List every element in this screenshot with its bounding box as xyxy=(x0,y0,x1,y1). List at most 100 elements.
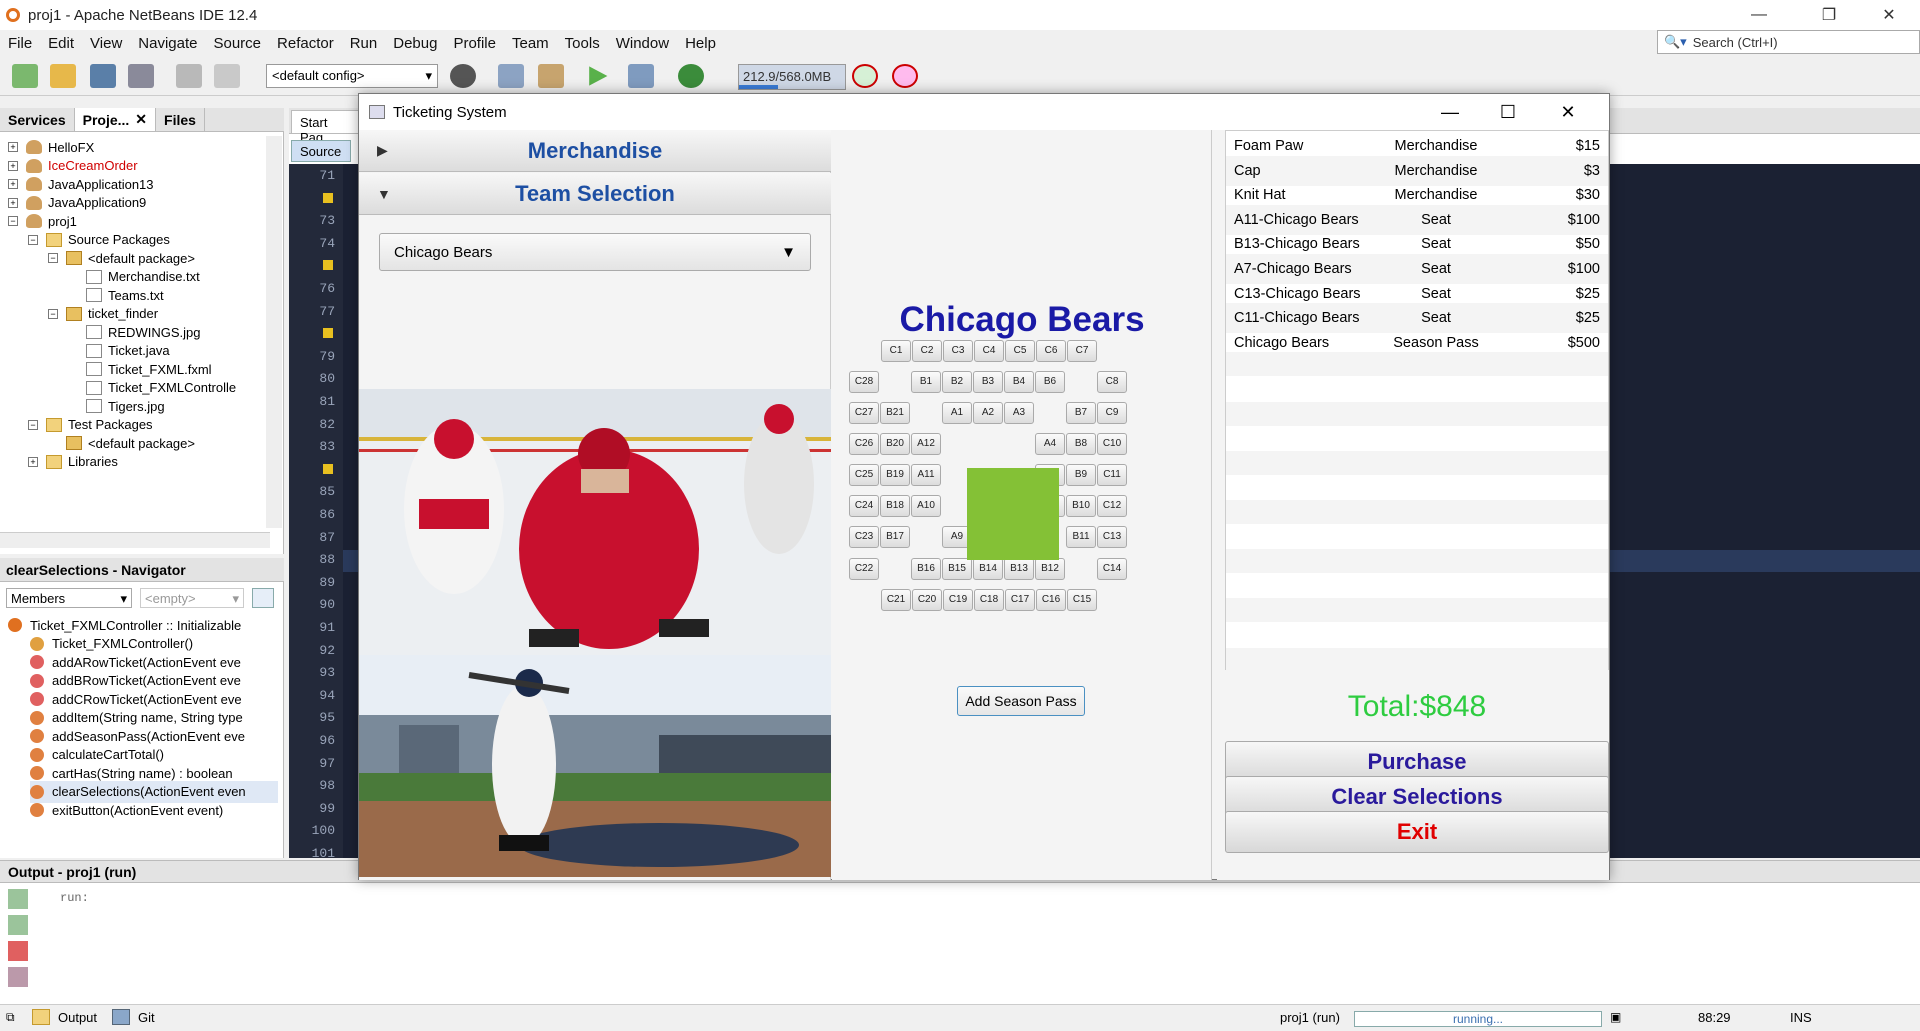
app-minimize-icon[interactable]: — xyxy=(1421,94,1479,130)
rerun-with-params-icon[interactable] xyxy=(8,915,28,935)
seat-button[interactable]: A10 xyxy=(911,495,941,517)
add-season-pass-button[interactable]: Add Season Pass xyxy=(957,686,1085,716)
gc-icon[interactable] xyxy=(852,64,878,88)
seat-button[interactable]: B19 xyxy=(880,464,910,486)
menu-source[interactable]: Source xyxy=(205,35,269,52)
minimize-windows-icon[interactable]: ⧉ xyxy=(6,1010,15,1025)
seat-button[interactable]: B16 xyxy=(911,558,941,580)
merchandise-pane[interactable]: ▶ Merchandise xyxy=(359,130,831,172)
vertical-scrollbar[interactable] xyxy=(266,136,282,528)
seat-button[interactable]: C28 xyxy=(849,371,879,393)
seat-button[interactable]: B18 xyxy=(880,495,910,517)
seat-button[interactable]: C1 xyxy=(881,340,911,362)
seat-button[interactable]: C15 xyxy=(1067,589,1097,611)
menu-tools[interactable]: Tools xyxy=(557,35,608,52)
seat-button[interactable]: C7 xyxy=(1067,340,1097,362)
seat-button[interactable]: C3 xyxy=(943,340,973,362)
settings-icon[interactable] xyxy=(8,967,28,987)
expand-toggle-icon[interactable]: + xyxy=(8,160,18,171)
cart-list[interactable]: Foam Paw Merchandise $15 Cap Merchandise $3 Kn… xyxy=(1225,130,1609,672)
seat-button[interactable]: C18 xyxy=(974,589,1004,611)
filter-select[interactable]: <empty> ▾ xyxy=(140,588,244,608)
menu-window[interactable]: Window xyxy=(608,35,677,52)
clean-build-icon[interactable] xyxy=(538,64,564,88)
seat-button[interactable]: B3 xyxy=(973,371,1003,393)
progress-bar[interactable]: running... xyxy=(1354,1011,1602,1027)
memory-indicator[interactable]: 212.9/568.0MB xyxy=(738,64,846,90)
expand-toggle-icon[interactable]: + xyxy=(8,197,18,208)
stop-icon[interactable] xyxy=(8,941,28,961)
seat-button[interactable]: B10 xyxy=(1066,495,1096,517)
build-icon[interactable] xyxy=(498,64,524,88)
expand-toggle-icon[interactable]: − xyxy=(8,216,18,226)
menu-file[interactable]: File xyxy=(0,35,40,52)
minimize-icon[interactable]: — xyxy=(1736,0,1782,30)
seat-button[interactable]: C12 xyxy=(1097,495,1127,517)
seat-button[interactable]: A3 xyxy=(1004,402,1034,424)
rerun-icon[interactable] xyxy=(8,889,28,909)
seat-button[interactable]: B7 xyxy=(1066,402,1096,424)
seat-button[interactable]: C9 xyxy=(1097,402,1127,424)
team-selection-pane[interactable]: ▼ Team Selection xyxy=(359,173,831,215)
seat-button[interactable]: B6 xyxy=(1035,371,1065,393)
seat-button[interactable]: C27 xyxy=(849,402,879,424)
seat-button[interactable]: B13 xyxy=(1004,558,1034,580)
seat-button[interactable]: B21 xyxy=(880,402,910,424)
seat-button[interactable]: B17 xyxy=(880,526,910,548)
source-tab[interactable]: Source xyxy=(291,140,351,162)
run-icon[interactable] xyxy=(589,66,608,86)
seat-button[interactable]: B12 xyxy=(1035,558,1065,580)
globe-icon[interactable] xyxy=(450,64,476,88)
seat-button[interactable]: B2 xyxy=(942,371,972,393)
app-close-icon[interactable]: ✕ xyxy=(1539,94,1597,130)
members-select[interactable]: Members ▾ xyxy=(6,588,132,608)
expand-toggle-icon[interactable]: − xyxy=(48,253,58,263)
seat-button[interactable]: C5 xyxy=(1005,340,1035,362)
save-all-icon[interactable] xyxy=(128,64,154,88)
panel-tab-1[interactable]: Proje... ✕ xyxy=(74,108,157,131)
panel-tab-2[interactable]: Files xyxy=(156,108,205,131)
menu-view[interactable]: View xyxy=(82,35,130,52)
menu-help[interactable]: Help xyxy=(677,35,724,52)
new-file-icon[interactable] xyxy=(12,64,38,88)
search-box[interactable]: 🔍▾ Search (Ctrl+I) xyxy=(1657,30,1920,54)
team-combo[interactable]: Chicago Bears ▼ xyxy=(379,233,811,271)
menu-run[interactable]: Run xyxy=(342,35,386,52)
config-select[interactable]: <default config> ▾ xyxy=(266,64,438,88)
seat-button[interactable]: C17 xyxy=(1005,589,1035,611)
seat-button[interactable]: C13 xyxy=(1097,526,1127,548)
seat-button[interactable]: C23 xyxy=(849,526,879,548)
seat-button[interactable]: B8 xyxy=(1066,433,1096,455)
navigator-item[interactable]: exitButton(ActionEvent event) xyxy=(30,799,223,821)
seat-button[interactable]: C10 xyxy=(1097,433,1127,455)
seat-button[interactable]: C11 xyxy=(1097,464,1127,486)
restore-icon[interactable]: ❐ xyxy=(1806,0,1852,30)
seat-button[interactable]: C16 xyxy=(1036,589,1066,611)
close-icon[interactable]: ✕ xyxy=(135,111,147,128)
close-icon[interactable]: ✕ xyxy=(1866,0,1912,30)
seat-button[interactable]: B9 xyxy=(1066,464,1096,486)
redo-icon[interactable] xyxy=(214,64,240,88)
seat-button[interactable]: C6 xyxy=(1036,340,1066,362)
seat-button[interactable]: A4 xyxy=(1035,433,1065,455)
horizontal-scrollbar[interactable] xyxy=(0,532,270,548)
status-tab-git[interactable]: Git xyxy=(138,1010,155,1025)
filter-options-icon[interactable] xyxy=(252,588,274,608)
expand-toggle-icon[interactable]: + xyxy=(8,142,18,152)
new-project-icon[interactable] xyxy=(50,64,76,88)
expand-toggle-icon[interactable]: − xyxy=(48,308,58,319)
menu-navigate[interactable]: Navigate xyxy=(130,35,205,52)
expand-toggle-icon[interactable]: − xyxy=(28,419,38,430)
gc-stop-icon[interactable] xyxy=(892,64,918,88)
seat-button[interactable]: C8 xyxy=(1097,371,1127,393)
expand-toggle-icon[interactable]: + xyxy=(8,179,18,189)
seat-button[interactable]: C24 xyxy=(849,495,879,517)
seat-button[interactable]: B11 xyxy=(1066,526,1096,548)
seat-button[interactable]: B1 xyxy=(911,371,941,393)
seat-button[interactable]: C26 xyxy=(849,433,879,455)
tab-start-page[interactable]: Start Pag xyxy=(291,110,361,145)
seat-button[interactable]: C25 xyxy=(849,464,879,486)
menu-profile[interactable]: Profile xyxy=(445,35,504,52)
cancel-task-icon[interactable]: ▣ xyxy=(1610,1010,1621,1024)
menu-team[interactable]: Team xyxy=(504,35,557,52)
